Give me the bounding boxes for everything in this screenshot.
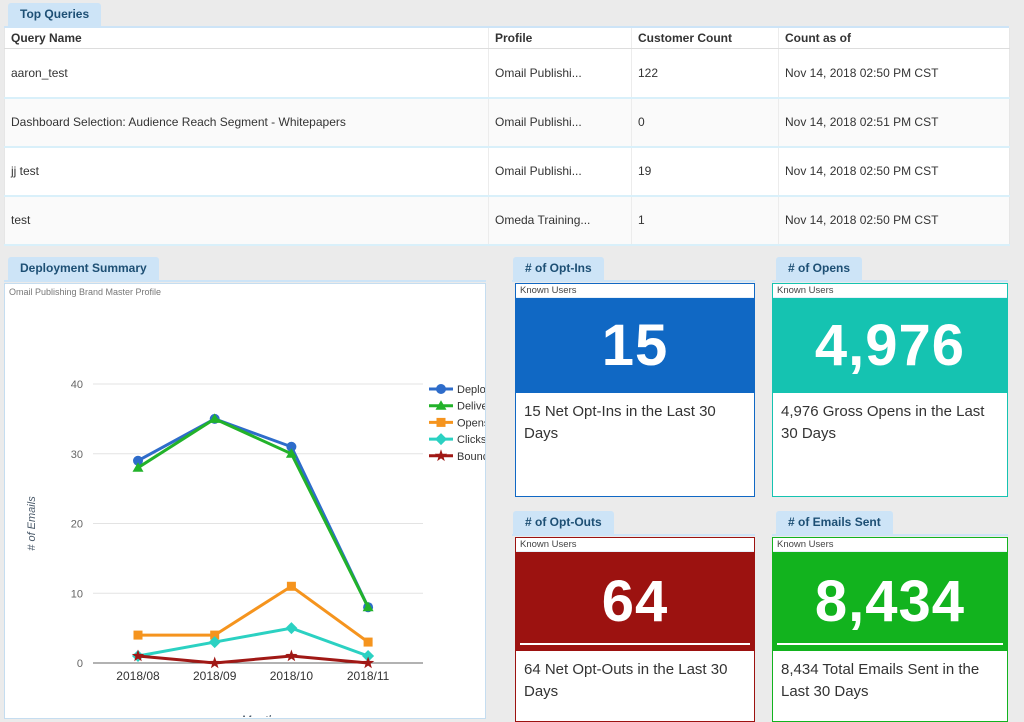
opens-value-box: 4,976 [773,298,1007,393]
series-line-bounces [138,656,368,663]
legend-item-deployed[interactable]: Deployed [429,384,485,396]
opt-outs-value: 64 [602,573,669,631]
legend-label: Delivered [457,401,485,413]
tab-opt-outs[interactable]: # of Opt-Outs [513,511,614,534]
series-marker-diamond [285,622,297,634]
x-tick-label: 2018/09 [193,669,237,683]
series-marker-square [364,638,373,647]
opens-panel: Known Users 4,976 4,976 Gross Opens in t… [772,283,1008,497]
cell-customer-count: 1 [632,196,779,245]
series-marker-square [437,418,446,427]
cell-query-name: Dashboard Selection: Audience Reach Segm… [5,98,489,147]
column-header-count-as-of[interactable]: Count as of [779,28,1010,49]
series-marker-diamond [435,433,447,445]
cell-count-as-of: Nov 14, 2018 02:50 PM CST [779,147,1010,196]
emails-sent-panel: Known Users 8,434 8,434 Total Emails Sen… [772,537,1008,722]
opens-subtitle: Known Users [773,284,1007,298]
legend-item-bounces[interactable]: Bounces [429,449,485,463]
table-row[interactable]: Dashboard Selection: Audience Reach Segm… [5,98,1010,147]
opt-ins-tabstrip: # of Opt-Ins [512,258,755,282]
opt-outs-panel: Known Users 64 64 Net Opt-Outs in the La… [515,537,755,722]
top-queries-table: Query Name Profile Customer Count Count … [4,28,1010,246]
cell-customer-count: 0 [632,98,779,147]
legend-item-clicks[interactable]: Clicks [429,433,485,446]
cell-count-as-of: Nov 14, 2018 02:50 PM CST [779,196,1010,245]
cell-customer-count: 19 [632,147,779,196]
x-tick-label: 2018/10 [270,669,314,683]
emails-sent-value: 8,434 [815,573,965,631]
series-marker-star [209,657,221,669]
cell-profile: Omail Publishi... [489,98,632,147]
opens-value: 4,976 [815,317,965,375]
opens-description: 4,976 Gross Opens in the Last 30 Days [773,393,1007,453]
legend-label: Clicks [457,434,485,446]
cell-query-name: jj test [5,147,489,196]
opt-ins-value-box: 15 [516,298,754,393]
cell-profile: Omeda Training... [489,196,632,245]
y-tick-label: 40 [71,379,83,391]
series-marker-star [435,449,447,461]
opt-ins-subtitle: Known Users [516,284,754,298]
deployment-summary-tabstrip: Deployment Summary [4,258,486,282]
series-line-delivered [138,419,368,607]
opens-tabstrip: # of Opens [772,258,1008,282]
cell-count-as-of: Nov 14, 2018 02:50 PM CST [779,49,1010,98]
series-marker-square [134,631,143,640]
tab-deployment-summary[interactable]: Deployment Summary [8,257,159,280]
cell-query-name: test [5,196,489,245]
opt-outs-tabstrip: # of Opt-Outs [512,512,755,536]
legend-item-opens[interactable]: Opens [429,417,485,429]
column-header-customer-count[interactable]: Customer Count [632,28,779,49]
opt-ins-value: 15 [602,317,669,375]
top-queries-tabstrip: Top Queries [4,4,1009,28]
series-marker-star [362,657,374,669]
y-axis-title: # of Emails [26,496,38,551]
opt-outs-value-box: 64 [516,552,754,651]
emails-sent-value-box: 8,434 [773,552,1007,651]
column-header-profile[interactable]: Profile [489,28,632,49]
opt-ins-description: 15 Net Opt-Ins in the Last 30 Days [516,393,754,453]
value-box-axis-line [520,643,750,645]
deployment-summary-panel: 0 10 20 30 40 2018/08 2018/09 2018/10 2018/11 # o… [4,283,486,719]
table-header-row: Query Name Profile Customer Count Count … [5,28,1010,49]
emails-sent-tabstrip: # of Emails Sent [772,512,1008,536]
tab-opens[interactable]: # of Opens [776,257,862,280]
tab-top-queries[interactable]: Top Queries [8,3,101,26]
opt-outs-subtitle: Known Users [516,538,754,552]
tab-opt-ins[interactable]: # of Opt-Ins [513,257,604,280]
y-tick-label: 0 [77,658,83,670]
y-tick-label: 20 [71,519,83,531]
cell-query-name: aaron_test [5,49,489,98]
x-axis-title: Month [241,713,275,717]
series-marker-star [285,650,297,662]
deployment-summary-chart: 0 10 20 30 40 2018/08 2018/09 2018/10 2018/11 # o… [5,284,485,717]
chart-subtitle: Omail Publishing Brand Master Profile [9,287,161,297]
legend-label: Deployed [457,384,485,396]
tab-emails-sent[interactable]: # of Emails Sent [776,511,893,534]
opt-ins-panel: Known Users 15 15 Net Opt-Ins in the Las… [515,283,755,497]
cell-customer-count: 122 [632,49,779,98]
y-tick-label: 10 [71,588,83,600]
x-tick-label: 2018/11 [347,669,390,683]
legend-label: Bounces [457,451,485,463]
legend-item-delivered[interactable]: Delivered [429,400,485,413]
y-tick-label: 30 [71,449,83,461]
cell-profile: Omail Publishi... [489,49,632,98]
cell-count-as-of: Nov 14, 2018 02:51 PM CST [779,98,1010,147]
cell-profile: Omail Publishi... [489,147,632,196]
legend-label: Opens [457,417,485,429]
table-row[interactable]: aaron_test Omail Publishi... 122 Nov 14,… [5,49,1010,98]
value-box-axis-line [777,643,1003,645]
emails-sent-description: 8,434 Total Emails Sent in the Last 30 D… [773,651,1007,711]
series-line-clicks [138,628,368,656]
table-row[interactable]: jj test Omail Publishi... 19 Nov 14, 201… [5,147,1010,196]
opt-outs-description: 64 Net Opt-Outs in the Last 30 Days [516,651,754,711]
emails-sent-subtitle: Known Users [773,538,1007,552]
x-tick-label: 2018/08 [116,669,160,683]
table-row[interactable]: test Omeda Training... 1 Nov 14, 2018 02… [5,196,1010,245]
series-marker-circle [436,384,446,394]
series-marker-square [287,582,296,591]
column-header-query-name[interactable]: Query Name [5,28,489,49]
